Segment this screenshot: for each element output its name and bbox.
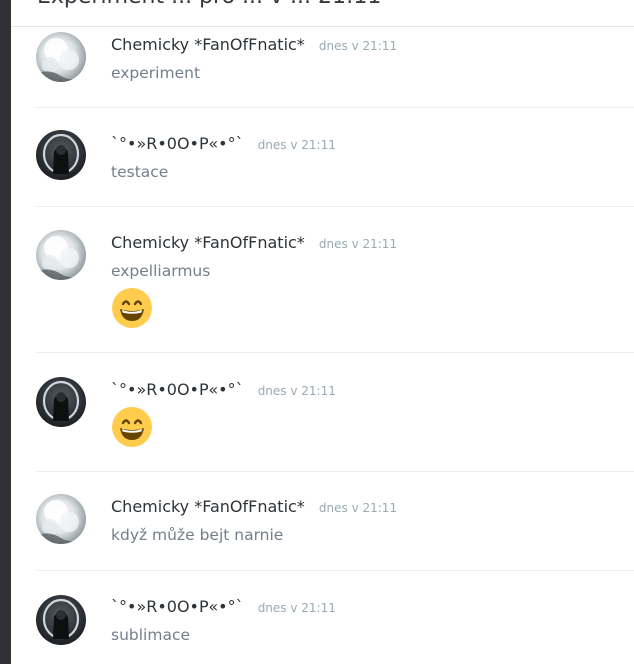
server-sidebar-edge <box>0 0 11 664</box>
message-group: Chemicky *FanOfFnatic* dnes v 21:11 když… <box>36 472 634 571</box>
grinning-face-emoji-icon <box>111 287 397 329</box>
message-text: když může bejt narnie <box>111 526 284 544</box>
user-avatar-smoke-icon[interactable] <box>36 494 86 544</box>
message-content: `°•»R•0O•P«•°` dnes v 21:11 testace <box>111 134 336 182</box>
message-group: `°•»R•0O•P«•°` dnes v 21:11 testace <box>36 108 634 207</box>
user-avatar-smoke-icon[interactable] <box>36 32 86 82</box>
message-timestamp: dnes v 21:11 <box>257 384 336 398</box>
message-timestamp: dnes v 21:11 <box>318 501 398 515</box>
message-group: `°•»R•0O•P«•°` dnes v 21:11 <box>36 353 634 472</box>
message-timestamp: dnes v 21:11 <box>318 237 398 251</box>
message-text: testace <box>111 163 169 181</box>
channel-topic: Experiment ... pro ... v ... 21:11 <box>37 0 381 9</box>
message-content: `°•»R•0O•P«•°` dnes v 21:11 sublimace <box>111 597 336 645</box>
message-author[interactable]: `°•»R•0O•P«•°` <box>111 597 244 616</box>
message-author[interactable]: Chemicky *FanOfFnatic* <box>111 233 305 252</box>
message-timestamp: dnes v 21:11 <box>257 601 336 615</box>
chat-window: Experiment ... pro ... v ... 21:11 Chemi… <box>0 0 634 664</box>
message-group: `°•»R•0O•P«•°` dnes v 21:11 sublimace <box>36 571 634 664</box>
message-author[interactable]: Chemicky *FanOfFnatic* <box>111 35 305 54</box>
user-avatar-dark-figure-icon[interactable] <box>36 130 86 180</box>
grinning-face-emoji-icon <box>111 406 336 448</box>
message-text: sublimace <box>111 626 191 644</box>
message-content: Chemicky *FanOfFnatic* dnes v 21:11 expe… <box>111 35 397 83</box>
channel-header: Experiment ... pro ... v ... 21:11 <box>11 0 634 27</box>
message-content: `°•»R•0O•P«•°` dnes v 21:11 <box>111 380 336 448</box>
message-content: Chemicky *FanOfFnatic* dnes v 21:11 expe… <box>111 233 397 329</box>
user-avatar-smoke-icon[interactable] <box>36 230 86 280</box>
message-author[interactable]: `°•»R•0O•P«•°` <box>111 380 244 399</box>
user-avatar-dark-figure-icon[interactable] <box>36 377 86 427</box>
message-group: Chemicky *FanOfFnatic* dnes v 21:11 expe… <box>36 27 634 108</box>
message-timestamp: dnes v 21:11 <box>257 138 336 152</box>
message-author[interactable]: Chemicky *FanOfFnatic* <box>111 497 305 516</box>
message-text: expelliarmus <box>111 262 211 280</box>
message-content: Chemicky *FanOfFnatic* dnes v 21:11 když… <box>111 497 397 545</box>
message-list: Chemicky *FanOfFnatic* dnes v 21:11 expe… <box>36 27 634 664</box>
message-text: experiment <box>111 64 201 82</box>
user-avatar-dark-figure-icon[interactable] <box>36 595 86 645</box>
message-group: Chemicky *FanOfFnatic* dnes v 21:11 expe… <box>36 207 634 353</box>
message-timestamp: dnes v 21:11 <box>318 39 398 53</box>
message-author[interactable]: `°•»R•0O•P«•°` <box>111 134 244 153</box>
